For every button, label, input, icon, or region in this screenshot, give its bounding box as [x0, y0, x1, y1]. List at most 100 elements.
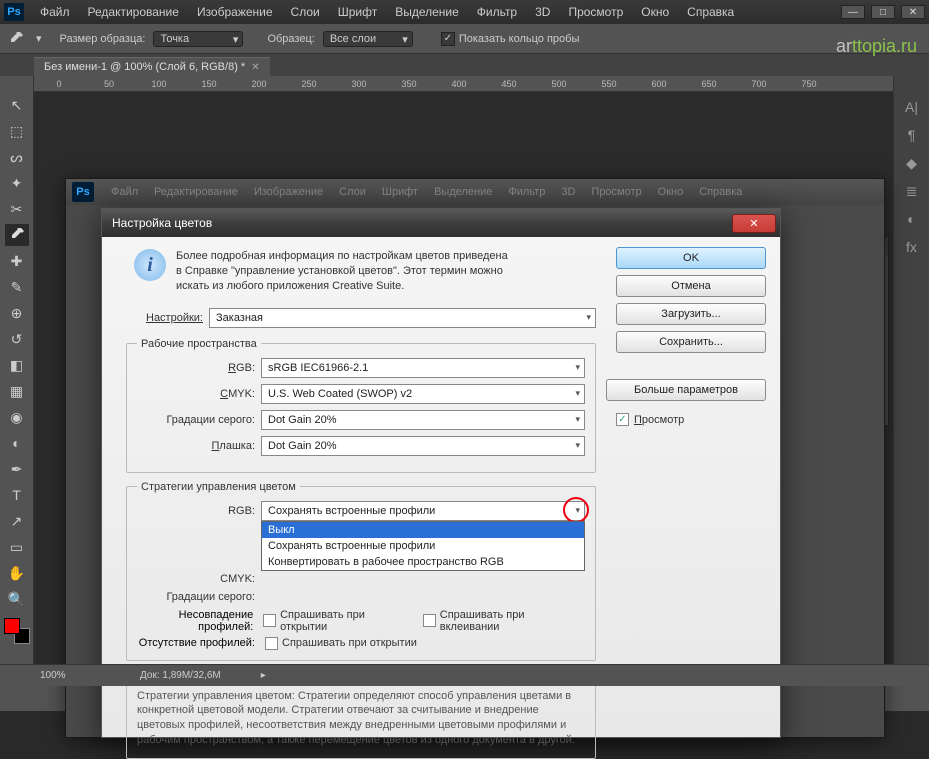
- foreground-color-icon[interactable]: [4, 618, 20, 634]
- dialog-close-button[interactable]: ✕: [732, 214, 776, 233]
- menu-image[interactable]: Изображение: [189, 3, 281, 21]
- ruler-tick: 600: [634, 79, 684, 89]
- zoom-level[interactable]: 100%: [40, 670, 100, 681]
- watermark: arttopia.ru: [836, 36, 917, 57]
- rgb-combo[interactable]: sRGB IEC61966-2.1: [261, 358, 585, 378]
- dropdown-option[interactable]: Выкл: [262, 522, 584, 538]
- ok-button[interactable]: OK: [616, 247, 766, 269]
- status-bar: 100% Док: 1,89M/32,6M ▸: [0, 664, 929, 686]
- show-ring-checkbox[interactable]: ✓: [441, 32, 455, 46]
- ruler-tick: 50: [84, 79, 134, 89]
- status-arrow-icon[interactable]: ▸: [261, 670, 266, 681]
- color-swatch[interactable]: [4, 618, 30, 644]
- history-brush-tool-icon[interactable]: ↺: [5, 328, 29, 350]
- nested-menu-item: 3D: [554, 184, 582, 200]
- ruler-tick: 550: [584, 79, 634, 89]
- cmyk-combo[interactable]: U.S. Web Coated (SWOP) v2: [261, 384, 585, 404]
- hand-tool-icon[interactable]: ✋: [5, 562, 29, 584]
- cancel-button[interactable]: Отмена: [616, 275, 766, 297]
- mismatch-label: Несовпадение профилей:: [137, 609, 253, 633]
- load-button[interactable]: Загрузить...: [616, 303, 766, 325]
- layers-panel-icon[interactable]: ≣: [902, 182, 922, 200]
- crop-tool-icon[interactable]: ✂: [5, 198, 29, 220]
- dropdown-option[interactable]: Сохранять встроенные профили: [262, 538, 584, 554]
- dropdown-option[interactable]: Конвертировать в рабочее пространство RG…: [262, 554, 584, 570]
- spot-label: Плашка:: [137, 440, 255, 452]
- magic-wand-tool-icon[interactable]: ✦: [5, 172, 29, 194]
- paragraph-panel-icon[interactable]: ¶: [902, 126, 922, 144]
- more-options-button[interactable]: Больше параметров: [606, 379, 766, 401]
- nested-menu-item: Редактирование: [147, 184, 245, 200]
- menu-view[interactable]: Просмотр: [560, 3, 631, 21]
- pen-tool-icon[interactable]: ✒: [5, 458, 29, 480]
- menu-layers[interactable]: Слои: [283, 3, 328, 21]
- brush-tool-icon[interactable]: ✎: [5, 276, 29, 298]
- ask-open-missing-checkbox[interactable]: [265, 637, 278, 650]
- spot-combo[interactable]: Dot Gain 20%: [261, 436, 585, 456]
- gray-label: Градации серого:: [137, 414, 255, 426]
- color-policies-legend: Стратегии управления цветом: [137, 481, 300, 493]
- move-tool-icon[interactable]: ↖: [5, 94, 29, 116]
- swatches-panel-icon[interactable]: ◆: [902, 154, 922, 172]
- blur-tool-icon[interactable]: ◉: [5, 406, 29, 428]
- settings-combo[interactable]: Заказная: [209, 308, 596, 328]
- menu-window[interactable]: Окно: [633, 3, 677, 21]
- minimize-button[interactable]: —: [841, 5, 865, 19]
- stamp-tool-icon[interactable]: ⊕: [5, 302, 29, 324]
- shape-tool-icon[interactable]: ▭: [5, 536, 29, 558]
- gradient-tool-icon[interactable]: ▦: [5, 380, 29, 402]
- save-button[interactable]: Сохранить...: [616, 331, 766, 353]
- close-tab-icon[interactable]: ✕: [251, 62, 259, 73]
- menu-type[interactable]: Шрифт: [330, 3, 385, 21]
- nested-menu-item: Шрифт: [375, 184, 425, 200]
- type-tool-icon[interactable]: T: [5, 484, 29, 506]
- policy-rgb-combo[interactable]: Сохранять встроенные профили: [261, 501, 585, 521]
- policy-rgb-label: RGB:: [137, 505, 255, 517]
- sample-layers-select[interactable]: Все слои: [323, 31, 413, 47]
- ruler-tick: 700: [734, 79, 784, 89]
- nested-menu-item: Окно: [651, 184, 691, 200]
- dialog-titlebar[interactable]: Настройка цветов ✕: [102, 209, 780, 237]
- working-spaces-legend: Рабочие пространства: [137, 338, 261, 350]
- menu-filter[interactable]: Фильтр: [469, 3, 525, 21]
- zoom-tool-icon[interactable]: 🔍: [5, 588, 29, 610]
- eraser-tool-icon[interactable]: ◧: [5, 354, 29, 376]
- adjustments-panel-icon[interactable]: ◐: [902, 210, 922, 228]
- menu-3d[interactable]: 3D: [527, 3, 558, 21]
- ruler-tick: 200: [234, 79, 284, 89]
- lasso-tool-icon[interactable]: ᔕ: [5, 146, 29, 168]
- cmyk-label: CMYK:: [137, 388, 255, 400]
- working-spaces-group: Рабочие пространства RGB: sRGB IEC61966-…: [126, 338, 596, 473]
- gray-combo[interactable]: Dot Gain 20%: [261, 410, 585, 430]
- color-settings-dialog: Настройка цветов ✕ i Более подробная инф…: [101, 208, 781, 738]
- menu-edit[interactable]: Редактирование: [80, 3, 187, 21]
- document-tab[interactable]: Без имени-1 @ 100% (Слой 6, RGB/8) * ✕: [34, 57, 270, 76]
- sample-size-select[interactable]: Точка: [153, 31, 243, 47]
- eyedropper-tool-icon[interactable]: [5, 224, 29, 246]
- ask-paste-label: Спрашивать при вклеивании: [440, 609, 585, 633]
- menu-select[interactable]: Выделение: [387, 3, 467, 21]
- nested-menu-item: Фильтр: [501, 184, 552, 200]
- menu-help[interactable]: Справка: [679, 3, 742, 21]
- dodge-tool-icon[interactable]: ◐: [5, 432, 29, 454]
- sample-size-label: Размер образца:: [60, 33, 146, 45]
- nested-menu-item: Файл: [104, 184, 145, 200]
- close-button[interactable]: ✕: [901, 5, 925, 19]
- info-icon: i: [134, 249, 166, 281]
- character-panel-icon[interactable]: A|: [902, 98, 922, 116]
- ruler-tick: 500: [534, 79, 584, 89]
- menu-file[interactable]: Файл: [32, 3, 78, 21]
- ruler-tick: 250: [284, 79, 334, 89]
- path-tool-icon[interactable]: ↗: [5, 510, 29, 532]
- healing-brush-tool-icon[interactable]: ✚: [5, 250, 29, 272]
- maximize-button[interactable]: □: [871, 5, 895, 19]
- styles-panel-icon[interactable]: fx: [902, 238, 922, 256]
- right-panel-dock: A| ¶ ◆ ≣ ◐ fx: [893, 76, 929, 686]
- ruler-tick: 300: [334, 79, 384, 89]
- ask-paste-checkbox[interactable]: [423, 614, 436, 627]
- marquee-tool-icon[interactable]: ⬚: [5, 120, 29, 142]
- nested-ps-logo-icon: Ps: [72, 182, 94, 202]
- ask-open-checkbox[interactable]: [263, 614, 276, 627]
- missing-label: Отсутствие профилей:: [137, 637, 255, 649]
- preview-checkbox[interactable]: ✓: [616, 413, 629, 426]
